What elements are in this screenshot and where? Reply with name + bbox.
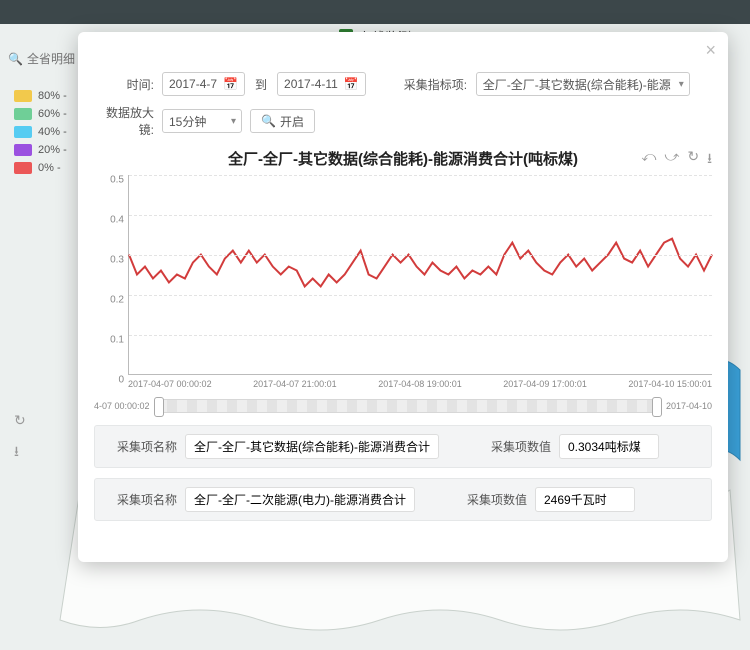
open-button[interactable]: 🔍 开启 (250, 109, 315, 133)
close-icon[interactable]: × (705, 40, 716, 61)
tool-download-icon[interactable]: ⭳ (707, 148, 712, 172)
date-from-input[interactable]: 2017-4-7 📅 (162, 72, 245, 96)
legend-swatch (14, 162, 32, 174)
legend-swatch (14, 144, 32, 156)
gridline (129, 255, 712, 256)
gridline (129, 335, 712, 336)
tool-forward-icon[interactable]: ⤻ (664, 148, 679, 172)
legend-label: 40% - (38, 126, 67, 138)
x-tick: 2017-04-07 00:00:02 (128, 379, 212, 389)
x-tick: 2017-04-08 19:00:01 (378, 379, 462, 389)
summary-value-label: 采集项数值 (455, 491, 527, 508)
gridline (129, 175, 712, 176)
zoom-select[interactable]: 15分钟 (162, 109, 242, 133)
legend-row: 40% - (14, 126, 67, 138)
download-icon[interactable]: ⭳ (14, 441, 26, 465)
x-tick: 2017-04-10 15:00:01 (628, 379, 712, 389)
metric-select[interactable]: 全厂-全厂-其它数据(综合能耗)-能源 (476, 72, 690, 96)
legend-label: 60% - (38, 108, 67, 120)
zoom-label: 数据放大镜: (94, 104, 154, 138)
y-tick: 0.2 (110, 295, 124, 306)
legend-label: 0% - (38, 162, 61, 174)
y-tick: 0.3 (110, 255, 124, 266)
y-tick: 0.4 (110, 215, 124, 226)
chart-toolbar: ⤺ ⤻ ↻ ⭳ (641, 148, 712, 172)
gridline (129, 215, 712, 216)
slider-handle-left[interactable] (154, 397, 164, 417)
legend-swatch (14, 126, 32, 138)
slider-right-label: 2017-04-10 (666, 401, 712, 411)
range-slider: 4-07 00:00:02 2017-04-10 (94, 399, 712, 413)
legend-swatch (14, 108, 32, 120)
metric-label: 采集指标项: (404, 76, 468, 93)
tool-refresh-icon[interactable]: ↻ (687, 148, 699, 172)
search-icon: 🔍 (261, 114, 276, 128)
slider-left-label: 4-07 00:00:02 (94, 401, 150, 411)
time-label: 时间: (94, 76, 154, 93)
summary-name-value: 全厂-全厂-其它数据(综合能耗)-能源消费合计 (185, 434, 439, 459)
series-line (129, 239, 712, 287)
summary-name-value: 全厂-全厂-二次能源(电力)-能源消费合计 (185, 487, 415, 512)
y-tick: 0.5 (110, 175, 124, 186)
summary-value-label: 采集项数值 (479, 438, 551, 455)
chart-area: 00.10.20.30.40.5 (94, 175, 712, 375)
gridline (129, 295, 712, 296)
legend-row: 60% - (14, 108, 67, 120)
legend-label: 20% - (38, 144, 67, 156)
y-tick: 0.1 (110, 335, 124, 346)
chart-line (129, 175, 712, 374)
date-to-input[interactable]: 2017-4-11 📅 (277, 72, 366, 96)
search-icon: 🔍 (8, 52, 23, 66)
tool-back-icon[interactable]: ⤺ (641, 148, 656, 172)
x-tick: 2017-04-07 21:00:01 (253, 379, 337, 389)
legend-label: 80% - (38, 90, 67, 102)
summary-name-label: 采集项名称 (105, 438, 177, 455)
summary-value-value: 2469千瓦时 (535, 487, 635, 512)
summary-table: 采集项名称全厂-全厂-其它数据(综合能耗)-能源消费合计采集项数值0.3034吨… (94, 425, 712, 521)
summary-row: 采集项名称全厂-全厂-二次能源(电力)-能源消费合计 采集项数值 2469千瓦时 (94, 478, 712, 521)
summary-row: 采集项名称全厂-全厂-其它数据(综合能耗)-能源消费合计 采集项数值 0.3034吨… (94, 425, 712, 468)
legend-row: 20% - (14, 144, 67, 156)
x-tick: 2017-04-09 17:00:01 (503, 379, 587, 389)
calendar-icon: 📅 (223, 77, 238, 91)
map-legend: 80% - 60% - 40% - 20% - 0% - (14, 90, 67, 174)
chart-modal: × 时间: 2017-4-7 📅 到 2017-4-11 📅 采集指标项: 全厂… (78, 32, 728, 562)
legend-row: 80% - (14, 90, 67, 102)
refresh-icon[interactable]: ↻ (14, 412, 26, 429)
summary-name-label: 采集项名称 (105, 491, 177, 508)
y-tick: 0 (118, 375, 124, 386)
chart-plot (128, 175, 712, 375)
window-titlebar (0, 0, 750, 24)
chart-title: 全厂-全厂-其它数据(综合能耗)-能源消费合计(吨标煤) (228, 148, 578, 169)
chart-x-axis: 2017-04-07 00:00:02 2017-04-07 21:00:01 20… (128, 379, 712, 389)
legend-row: 0% - (14, 162, 67, 174)
summary-value-value: 0.3034吨标煤 (559, 434, 659, 459)
left-toolbar: ↻ ⭳ (14, 412, 26, 465)
calendar-icon: 📅 (344, 77, 359, 91)
controls: 时间: 2017-4-7 📅 到 2017-4-11 📅 采集指标项: 全厂-全… (94, 72, 712, 138)
slider-track[interactable] (156, 399, 660, 413)
chart-title-row: 全厂-全厂-其它数据(综合能耗)-能源消费合计(吨标煤) ⤺ ⤻ ↻ ⭳ (94, 148, 712, 169)
to-label: 到 (255, 76, 267, 93)
chart-y-axis: 00.10.20.30.40.5 (94, 175, 128, 375)
legend-swatch (14, 90, 32, 102)
slider-handle-right[interactable] (652, 397, 662, 417)
